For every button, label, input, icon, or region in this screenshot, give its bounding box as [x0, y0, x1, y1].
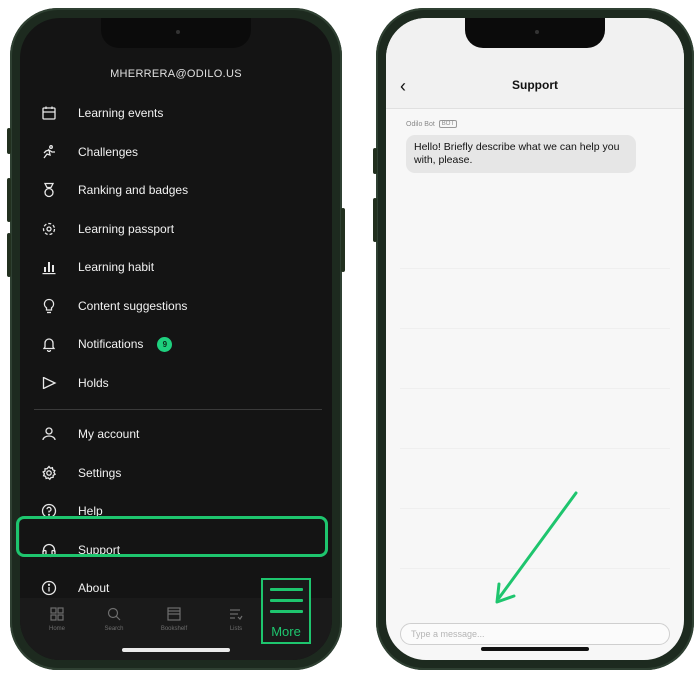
tab-bookshelf[interactable]: Bookshelf [149, 606, 199, 632]
lightbulb-icon [34, 298, 64, 314]
menu-item-label: Learning habit [78, 260, 155, 274]
passport-icon [34, 221, 64, 237]
menu-item-label: Notifications [78, 337, 144, 351]
menu-item-notifications[interactable]: Notifications 9 [34, 327, 318, 361]
support-chat-screen: ‹ Support Odilo Bot BOT Hello! Briefly d… [386, 18, 684, 660]
lists-icon [230, 609, 243, 620]
menu-item-label: About [78, 581, 110, 595]
phone-button [7, 128, 11, 154]
menu-item-my-account[interactable]: My account [34, 417, 318, 451]
message-input-bar[interactable] [400, 623, 670, 645]
menu-item-label: Settings [78, 465, 122, 480]
menu-item-learning-events[interactable]: Learning events [34, 96, 318, 130]
medal-icon [34, 182, 64, 198]
tab-label: Bookshelf [160, 626, 188, 632]
home-indicator [122, 648, 230, 652]
phone-button [373, 198, 377, 242]
tab-label: Home [48, 626, 65, 632]
chat-message-bubble: Hello! Briefly describe what we can help… [406, 135, 636, 173]
bot-tag: BOT [438, 120, 458, 128]
flag-icon [34, 375, 64, 391]
home-indicator [481, 647, 589, 651]
runner-icon [34, 144, 64, 160]
menu-divider [34, 409, 322, 410]
menu-screen: MHERRERA@ODILO.US Learning events Challe… [20, 18, 332, 660]
menu-item-label: My account [78, 427, 140, 441]
tab-label: Search [104, 626, 124, 632]
tab-home[interactable]: Home [32, 606, 82, 632]
calendar-icon [34, 105, 64, 121]
support-highlight-frame [16, 516, 328, 557]
menu-item-content-suggestions[interactable]: Content suggestions [34, 289, 318, 323]
menu-item-ranking-and-badges[interactable]: Ranking and badges [34, 173, 318, 207]
menu-item-label: Holds [78, 375, 109, 390]
menu-item-settings[interactable]: Settings [34, 456, 318, 490]
phone-button [341, 208, 345, 272]
menu-item-holds[interactable]: Holds [34, 366, 318, 400]
tab-more[interactable]: More [261, 578, 311, 644]
message-sender: Odilo Bot BOT [406, 120, 458, 128]
menu-item-label: Challenges [78, 144, 139, 159]
phone-button [7, 233, 11, 277]
menu-item-learning-passport[interactable]: Learning passport [34, 212, 318, 246]
account-email: MHERRERA@ODILO.US [110, 68, 242, 80]
menu-item-label: Learning passport [78, 221, 175, 236]
menu-item-label: Ranking and badges [78, 183, 189, 197]
menu-item-challenges[interactable]: Challenges [34, 135, 318, 169]
message-input[interactable] [401, 624, 669, 644]
search-icon [107, 607, 121, 621]
bar-chart-icon [34, 259, 64, 275]
tab-lists[interactable]: Lists [211, 606, 261, 632]
bookshelf-icon [167, 607, 181, 621]
notification-count-badge: 9 [157, 336, 173, 352]
phone-button [7, 178, 11, 222]
page-title: Support [512, 78, 558, 92]
notch [465, 18, 605, 48]
bell-icon [34, 336, 64, 352]
menu-item-label: Learning events [78, 106, 164, 120]
notch [101, 18, 251, 48]
home-grid-icon [50, 607, 64, 621]
info-icon [34, 580, 64, 596]
tab-search[interactable]: Search [89, 606, 139, 632]
menu-item-learning-habit[interactable]: Learning habit [34, 250, 318, 284]
phone-button [373, 148, 377, 174]
tab-label: Lists [229, 626, 243, 632]
phone-right: ‹ Support Odilo Bot BOT Hello! Briefly d… [373, 8, 694, 670]
gear-icon [34, 464, 64, 481]
hamburger-icon [270, 588, 303, 621]
tab-more-label: More [271, 624, 301, 639]
user-icon [34, 426, 64, 442]
menu-item-label: Content suggestions [78, 298, 188, 313]
phone-left: MHERRERA@ODILO.US Learning events Challe… [7, 8, 345, 670]
sender-name: Odilo Bot [406, 120, 435, 128]
